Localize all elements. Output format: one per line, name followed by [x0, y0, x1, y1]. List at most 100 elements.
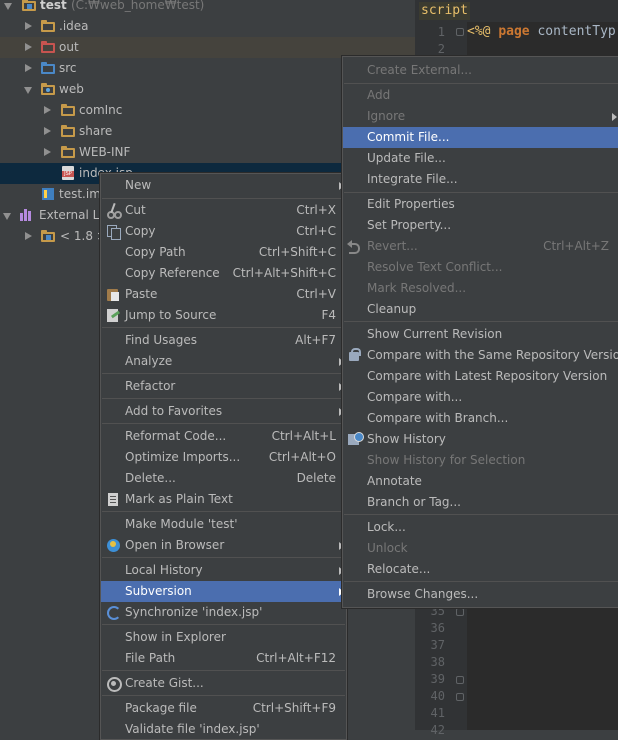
menu-item-label: Compare with...: [367, 390, 463, 404]
collapse-arrow-icon[interactable]: [43, 100, 53, 121]
browser-icon: [106, 538, 121, 553]
menu-item-label: Add: [367, 88, 391, 102]
menu-item-label: File Path: [125, 651, 176, 665]
menu-item-make-module[interactable]: Make Module 'test': [101, 514, 346, 535]
menu-item-lock[interactable]: Lock...: [343, 517, 618, 538]
tree-row-root[interactable]: test (C:₩web_home₩test): [0, 0, 415, 16]
menu-separator: [102, 511, 345, 512]
tree-item-label: .idea: [59, 19, 89, 33]
menu-item-jump-to-source[interactable]: Jump to Source F4: [101, 305, 346, 326]
menu-item-compare-latest-repo-version[interactable]: Compare with Latest Repository Version: [343, 366, 618, 387]
menu-item-label: Resolve Text Conflict...: [367, 260, 503, 274]
tree-item-label: share: [79, 124, 113, 138]
collapse-arrow-icon[interactable]: [24, 58, 34, 79]
menu-item-shortcut: Ctrl+X: [296, 203, 336, 217]
menu-item-shortcut: F4: [321, 308, 336, 322]
editor-breadcrumb-bar: script: [415, 0, 618, 22]
menu-item-shortcut: Ctrl+C: [296, 224, 336, 238]
history-icon: [347, 432, 364, 447]
menu-item-show-current-revision[interactable]: Show Current Revision: [343, 324, 618, 345]
menu-item-local-history[interactable]: Local History: [101, 560, 346, 581]
menu-item-add: Add: [343, 85, 618, 106]
menu-item-label: Copy: [125, 224, 156, 238]
menu-item-compare-with[interactable]: Compare with...: [343, 387, 618, 408]
tree-item-label: web: [59, 82, 84, 96]
menu-item-label: Create External...: [367, 63, 472, 77]
menu-item-unlock: Unlock: [343, 538, 618, 559]
menu-item-refactor[interactable]: Refactor: [101, 376, 346, 397]
menu-separator: [102, 624, 345, 625]
menu-item-copy-path[interactable]: Copy Path Ctrl+Shift+C: [101, 242, 346, 263]
expand-arrow-icon[interactable]: [24, 79, 34, 100]
collapse-arrow-icon[interactable]: [43, 121, 53, 142]
menu-item-browse-changes[interactable]: Browse Changes...: [343, 584, 618, 605]
sdk-folder-icon: [41, 230, 55, 242]
menu-item-synchronize[interactable]: Synchronize 'index.jsp': [101, 602, 346, 623]
fold-marker-icon[interactable]: [456, 28, 464, 36]
menu-item-reformat-code[interactable]: Reformat Code... Ctrl+Alt+L: [101, 426, 346, 447]
menu-item-annotate[interactable]: Annotate: [343, 471, 618, 492]
menu-item-package-file[interactable]: Package file Ctrl+Shift+F9: [101, 698, 346, 719]
breadcrumb[interactable]: script: [419, 2, 470, 20]
menu-item-copy[interactable]: Copy Ctrl+C: [101, 221, 346, 242]
menu-item-label: Show History for Selection: [367, 453, 526, 467]
menu-item-optimize-imports[interactable]: Optimize Imports... Ctrl+Alt+O: [101, 447, 346, 468]
menu-item-mark-as-plain-text[interactable]: Mark as Plain Text: [101, 489, 346, 510]
collapse-arrow-icon[interactable]: [43, 142, 53, 163]
menu-item-label: Commit File...: [367, 130, 450, 144]
collapse-arrow-icon[interactable]: [24, 226, 34, 247]
menu-item-branch-or-tag[interactable]: Branch or Tag...: [343, 492, 618, 513]
menu-item-shortcut: Ctrl+Alt+F12: [256, 651, 336, 665]
menu-item-label: Optimize Imports...: [125, 450, 241, 464]
menu-item-label: Copy Reference: [125, 266, 220, 280]
project-folder-icon: [22, 0, 36, 11]
expand-arrow-icon[interactable]: [3, 205, 13, 226]
menu-item-label: Refactor: [125, 379, 176, 393]
line-number: 1: [437, 25, 445, 39]
menu-item-show-history[interactable]: Show History: [343, 429, 618, 450]
menu-item-create-gist[interactable]: Create Gist...: [101, 673, 346, 694]
menu-item-subversion[interactable]: Subversion: [101, 581, 346, 602]
menu-item-commit-file[interactable]: Commit File...: [343, 127, 618, 148]
tree-root-label: test: [40, 0, 67, 12]
fold-marker-icon[interactable]: [456, 676, 464, 684]
tree-row-idea[interactable]: .idea: [0, 16, 415, 37]
menu-item-new[interactable]: New: [101, 175, 346, 196]
menu-item-find-usages[interactable]: Find Usages Alt+F7: [101, 330, 346, 351]
menu-item-analyze[interactable]: Analyze: [101, 351, 346, 372]
compare-icon: [347, 348, 362, 363]
menu-item-edit-properties[interactable]: Edit Properties: [343, 194, 618, 215]
menu-item-delete[interactable]: Delete... Delete: [101, 468, 346, 489]
tree-item-label: test.iml: [59, 187, 105, 201]
folder-icon: [61, 104, 75, 116]
fold-marker-icon[interactable]: [456, 608, 464, 616]
menu-item-add-to-favorites[interactable]: Add to Favorites: [101, 401, 346, 422]
code-line[interactable]: <%@ page contentTyp: [467, 22, 616, 42]
menu-item-paste[interactable]: Paste Ctrl+V: [101, 284, 346, 305]
menu-item-open-in-browser[interactable]: Open in Browser: [101, 535, 346, 556]
menu-item-compare-same-repo-version[interactable]: Compare with the Same Repository Version: [343, 345, 618, 366]
menu-item-integrate-file[interactable]: Integrate File...: [343, 169, 618, 190]
menu-item-copy-reference[interactable]: Copy Reference Ctrl+Alt+Shift+C: [101, 263, 346, 284]
jsp-directive-open: <%@: [467, 24, 491, 39]
menu-item-label: Mark as Plain Text: [125, 492, 233, 506]
menu-item-label: Show in Explorer: [125, 630, 226, 644]
menu-separator: [344, 514, 618, 515]
menu-item-label: Analyze: [125, 354, 173, 368]
menu-item-set-property[interactable]: Set Property...: [343, 215, 618, 236]
menu-item-show-in-explorer[interactable]: Show in Explorer: [101, 627, 346, 648]
line-number: 40: [430, 689, 445, 703]
collapse-arrow-icon[interactable]: [24, 37, 34, 58]
menu-item-file-path[interactable]: File Path Ctrl+Alt+F12: [101, 648, 346, 669]
menu-item-label: Show Current Revision: [367, 327, 503, 341]
menu-separator: [344, 83, 618, 84]
menu-item-update-file[interactable]: Update File...: [343, 148, 618, 169]
menu-item-cut[interactable]: Cut Ctrl+X: [101, 200, 346, 221]
menu-item-compare-with-branch[interactable]: Compare with Branch...: [343, 408, 618, 429]
expand-arrow-icon[interactable]: [4, 0, 14, 16]
collapse-arrow-icon[interactable]: [24, 16, 34, 37]
menu-item-cleanup[interactable]: Cleanup: [343, 299, 618, 320]
menu-item-relocate[interactable]: Relocate...: [343, 559, 618, 580]
tree-row-out[interactable]: out: [0, 37, 415, 58]
fold-marker-icon[interactable]: [456, 693, 464, 701]
